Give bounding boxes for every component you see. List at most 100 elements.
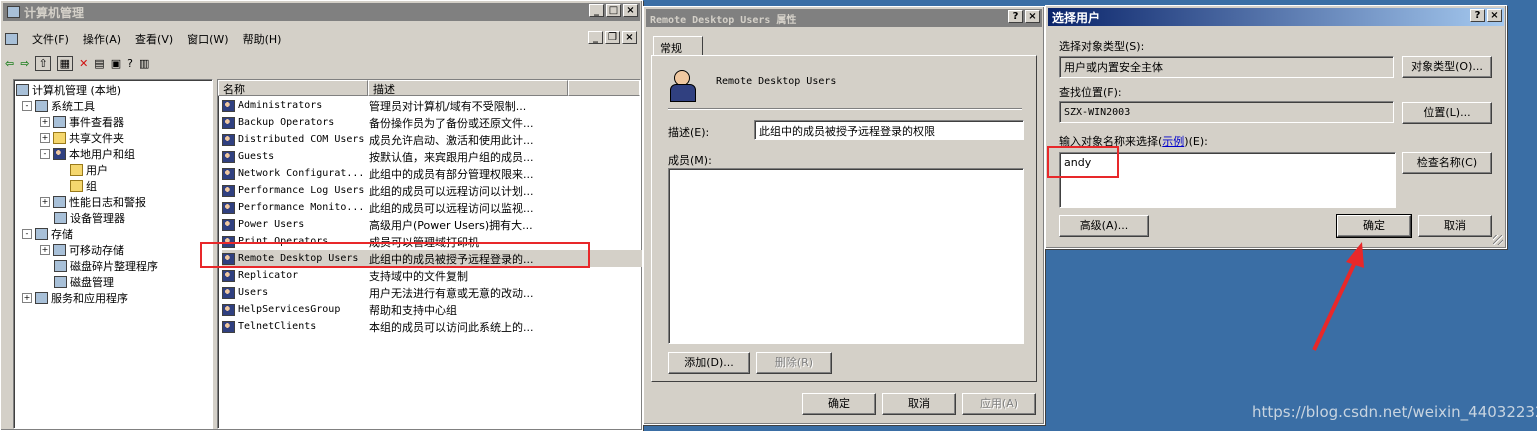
highlight-box-row bbox=[200, 242, 590, 268]
tree-item-local-users-groups[interactable]: - 本地用户和组 bbox=[40, 146, 135, 162]
properties-title: Remote Desktop Users 属性 bbox=[650, 14, 797, 26]
table-row[interactable]: HelpServicesGroup 帮助和支持中心组 bbox=[222, 301, 642, 318]
table-row[interactable]: Power Users 高级用户(Power Users)拥有大... bbox=[222, 216, 642, 233]
cancel-button[interactable]: 取消 bbox=[1418, 215, 1492, 237]
group-icon bbox=[668, 70, 698, 102]
table-row[interactable]: Performance Monito... 此组的成员可以远程访问以监视... bbox=[222, 199, 642, 216]
tree-label: 本地用户和组 bbox=[69, 148, 135, 161]
help-button[interactable]: ? bbox=[1008, 10, 1023, 23]
tree-item-perf-logs[interactable]: + 性能日志和警报 bbox=[40, 194, 146, 210]
highlight-box-input bbox=[1047, 146, 1119, 178]
properties-icon[interactable]: ▤ bbox=[94, 57, 104, 70]
child-restore-button[interactable]: ❐ bbox=[605, 31, 620, 44]
back-icon[interactable]: ⇦ bbox=[5, 57, 14, 70]
help-button[interactable]: ? bbox=[1470, 9, 1485, 22]
tree-item-device-manager[interactable]: 设备管理器 bbox=[54, 210, 125, 226]
table-row[interactable]: Guests 按默认值，来宾跟用户组的成员... bbox=[222, 148, 642, 165]
object-type-field: 用户或内置安全主体 bbox=[1059, 56, 1394, 78]
column-header-name[interactable]: 名称 bbox=[218, 80, 368, 96]
group-name-text: Power Users bbox=[238, 219, 305, 230]
ok-button[interactable]: 确定 bbox=[802, 393, 876, 415]
table-row[interactable]: Users 用户无法进行有意或无意的改动... bbox=[222, 284, 642, 301]
maximize-button[interactable]: □ bbox=[606, 4, 621, 17]
column-header-filler bbox=[568, 80, 640, 96]
group-name-text: Performance Log Users bbox=[238, 185, 365, 196]
group-icon bbox=[222, 218, 235, 231]
close-button[interactable]: × bbox=[1487, 9, 1502, 22]
child-minimize-button[interactable]: _ bbox=[588, 31, 603, 44]
group-icon bbox=[222, 201, 235, 214]
defrag-icon bbox=[54, 260, 67, 272]
table-row[interactable]: TelnetClients 本组的成员可以访问此系统上的... bbox=[222, 318, 642, 335]
tree-item-system-tools[interactable]: - 系统工具 bbox=[22, 98, 95, 114]
snapin-icon[interactable]: ▥ bbox=[139, 57, 149, 70]
menu-view[interactable]: 查看(V) bbox=[135, 31, 173, 47]
table-row[interactable]: Replicator 支持域中的文件复制 bbox=[222, 267, 642, 284]
column-header-description[interactable]: 描述 bbox=[368, 80, 568, 96]
group-icon bbox=[222, 116, 235, 129]
tree-item-defrag[interactable]: 磁盘碎片整理程序 bbox=[54, 258, 158, 274]
menu-help[interactable]: 帮助(H) bbox=[243, 31, 282, 47]
advanced-button[interactable]: 高级(A)... bbox=[1059, 215, 1149, 237]
add-button[interactable]: 添加(D)... bbox=[668, 352, 750, 374]
export-icon[interactable]: ▣ bbox=[111, 57, 121, 70]
expand-icon[interactable]: + bbox=[22, 293, 32, 303]
check-names-button[interactable]: 检查名称(C) bbox=[1402, 152, 1492, 174]
watermark-text: https://blog.csdn.net/weixin_44032232 bbox=[1252, 403, 1537, 421]
tree-item-removable-storage[interactable]: + 可移动存储 bbox=[40, 242, 124, 258]
examples-link[interactable]: 示例 bbox=[1162, 135, 1184, 148]
group-description-cell: 用户无法进行有意或无意的改动... bbox=[369, 286, 534, 300]
object-types-button[interactable]: 对象类型(O)... bbox=[1402, 56, 1492, 78]
collapse-icon[interactable]: - bbox=[40, 149, 50, 159]
menu-action[interactable]: 操作(A) bbox=[83, 31, 121, 47]
tree-item-groups[interactable]: 组 bbox=[70, 178, 97, 194]
table-row[interactable]: Administrators 管理员对计算机/域有不受限制... bbox=[222, 97, 642, 114]
table-row[interactable]: Network Configurat... 此组中的成员有部分管理权限来... bbox=[222, 165, 642, 182]
collapse-icon[interactable]: - bbox=[22, 229, 32, 239]
toolbar: ⇦ ⇨ ⇧ ▦ ✕ ▤ ▣ ? ▥ bbox=[5, 53, 637, 73]
close-button[interactable]: × bbox=[1025, 10, 1040, 23]
expand-icon[interactable]: + bbox=[40, 245, 50, 255]
group-icon bbox=[222, 184, 235, 197]
expand-icon[interactable]: + bbox=[40, 133, 50, 143]
expand-icon[interactable]: + bbox=[40, 197, 50, 207]
description-field[interactable]: 此组中的成员被授予远程登录的权限 bbox=[754, 120, 1024, 140]
tree-item-users[interactable]: 用户 bbox=[70, 162, 108, 178]
event-viewer-icon bbox=[53, 116, 66, 128]
group-description-cell: 管理员对计算机/域有不受限制... bbox=[369, 99, 527, 113]
table-row[interactable]: Backup Operators 备份操作员为了备份或还原文件... bbox=[222, 114, 642, 131]
tree-item-root[interactable]: 计算机管理 (本地) bbox=[16, 82, 121, 98]
help-icon[interactable]: ? bbox=[127, 57, 133, 70]
table-row[interactable]: Performance Log Users 此组的成员可以远程访问以计划... bbox=[222, 182, 642, 199]
close-button[interactable]: × bbox=[623, 4, 638, 17]
tree-item-services-apps[interactable]: + 服务和应用程序 bbox=[22, 290, 128, 306]
table-row[interactable]: Distributed COM Users 成员允许启动、激活和使用此计... bbox=[222, 131, 642, 148]
folder-open-icon bbox=[70, 180, 83, 192]
members-list[interactable] bbox=[668, 168, 1024, 344]
tree-item-storage[interactable]: - 存储 bbox=[22, 226, 73, 242]
properties-titlebar: Remote Desktop Users 属性 ? × bbox=[646, 9, 1042, 27]
collapse-icon[interactable]: - bbox=[22, 101, 32, 111]
select-users-titlebar: 选择用户 ? × bbox=[1048, 8, 1504, 26]
forward-icon[interactable]: ⇨ bbox=[20, 57, 29, 70]
resize-grip-icon[interactable] bbox=[1493, 235, 1503, 245]
tab-general[interactable]: 常规 bbox=[653, 36, 703, 56]
tree-label: 磁盘管理 bbox=[70, 276, 114, 289]
menu-file[interactable]: 文件(F) bbox=[32, 31, 69, 47]
locations-button[interactable]: 位置(L)... bbox=[1402, 102, 1492, 124]
menu-window[interactable]: 窗口(W) bbox=[187, 31, 228, 47]
tree-item-shared-folders[interactable]: + 共享文件夹 bbox=[40, 130, 124, 146]
minimize-button[interactable]: _ bbox=[589, 4, 604, 17]
up-folder-icon[interactable]: ⇧ bbox=[35, 55, 51, 71]
child-close-button[interactable]: × bbox=[622, 31, 637, 44]
group-description-cell: 按默认值，来宾跟用户组的成员... bbox=[369, 150, 534, 164]
group-description-cell: 帮助和支持中心组 bbox=[369, 303, 457, 317]
tree-item-event-viewer[interactable]: + 事件查看器 bbox=[40, 114, 124, 130]
expand-icon[interactable]: + bbox=[40, 117, 50, 127]
cancel-button[interactable]: 取消 bbox=[882, 393, 956, 415]
show-tree-icon[interactable]: ▦ bbox=[56, 55, 74, 71]
group-name-cell: Power Users bbox=[222, 218, 369, 231]
delete-icon[interactable]: ✕ bbox=[79, 57, 88, 70]
tree-item-disk-management[interactable]: 磁盘管理 bbox=[54, 274, 114, 290]
tree-label: 设备管理器 bbox=[70, 212, 125, 225]
